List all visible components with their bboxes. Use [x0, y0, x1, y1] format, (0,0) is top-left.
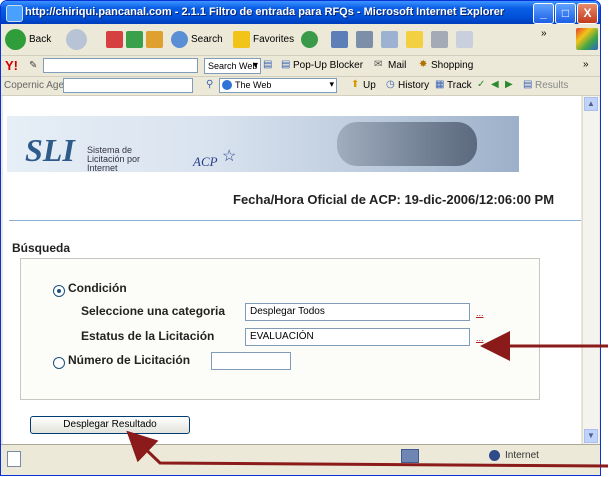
sli-subtitle: Sistema de Licitación por Internet	[87, 145, 141, 173]
numero-label: Número de Licitación	[68, 353, 191, 367]
minimize-button[interactable]: _	[533, 3, 554, 24]
numero-field[interactable]	[211, 352, 291, 370]
toolbar-settings-icon[interactable]: ▤	[263, 59, 272, 70]
mail-icon: ✉	[374, 59, 383, 70]
history-button[interactable]: History	[398, 80, 429, 91]
up-icon: ⬆	[351, 79, 360, 90]
mail-button[interactable]: Mail	[388, 60, 406, 71]
history-icon[interactable]	[301, 31, 318, 48]
windows-logo-icon	[576, 28, 598, 50]
sli-logo: SLI	[25, 132, 75, 168]
web-scope-value: The Web	[235, 80, 272, 90]
sli-banner: SLI Sistema de Licitación por Internet A…	[7, 116, 519, 173]
yahoo-logo[interactable]: Y!	[5, 58, 18, 73]
history-icon: ◷	[386, 79, 395, 90]
acp-star-icon: ☆	[222, 148, 237, 165]
folder-icon[interactable]	[406, 31, 423, 48]
busqueda-heading: Búsqueda	[12, 241, 71, 255]
page-status-icon	[7, 451, 21, 467]
yahoo-toolbar: Y! ✎ Search Web ▾ ▤ ▤ Pop-Up Blocker ✉ M…	[1, 56, 600, 77]
nav-back-icon[interactable]: ◀	[491, 79, 499, 90]
pencil-icon[interactable]: ✎	[29, 60, 37, 71]
up-button[interactable]: Up	[363, 80, 376, 91]
popup-blocker-icon: ▤	[281, 59, 291, 70]
mail-icon[interactable]	[331, 31, 348, 48]
track-button[interactable]: Track	[447, 80, 472, 91]
print-icon[interactable]	[356, 31, 373, 48]
ie-icon	[6, 5, 23, 22]
shopping-icon: ✸	[419, 59, 428, 70]
estatus-picker-button[interactable]: ...	[476, 333, 484, 343]
web-scope-select[interactable]: The Web ▾	[219, 78, 337, 93]
window-title: http://chiriqui.pancanal.com - 2.1.1 Fil…	[25, 6, 505, 18]
scroll-up-icon[interactable]: ▲	[584, 97, 598, 111]
stop-icon[interactable]	[106, 31, 123, 48]
standard-toolbar: Back Search Favorites »	[1, 24, 600, 56]
vertical-scrollbar[interactable]: ▲ ▼	[582, 96, 599, 444]
network-icon	[401, 449, 419, 463]
official-datetime: Fecha/Hora Oficial de ACP: 19-dic-2006/1…	[233, 192, 555, 207]
results-button[interactable]: Results	[535, 80, 568, 91]
categoria-picker-button[interactable]: ...	[476, 308, 484, 318]
dropdown-arrow-icon: ▾	[329, 79, 334, 89]
copernic-search-input[interactable]	[63, 78, 193, 93]
toolbar-chevron-icon[interactable]: »	[541, 28, 547, 39]
yahoo-search-input[interactable]	[43, 58, 198, 73]
copernic-toolbar: Copernic Agent ⚲ The Web ▾ ⬆ Up ◷ Histor…	[1, 77, 600, 96]
shopping-button[interactable]: Shopping	[431, 60, 473, 71]
favorites-star-icon[interactable]	[233, 31, 250, 48]
globe-zone-icon	[489, 450, 500, 461]
status-bar: Internet	[1, 444, 600, 475]
globe-icon	[222, 80, 232, 90]
dropdown-icon[interactable]: ▾	[253, 60, 258, 71]
search-button[interactable]: Search	[191, 34, 223, 45]
categoria-label: Seleccione una categoria	[81, 304, 226, 318]
track-icon: ▦	[435, 79, 445, 90]
nav-forward-icon[interactable]: ▶	[505, 79, 513, 90]
back-arrow-icon[interactable]	[5, 29, 26, 50]
yahoo-chevron-icon[interactable]: »	[583, 59, 589, 70]
popup-blocker-button[interactable]: Pop-Up Blocker	[293, 60, 363, 71]
divider	[9, 220, 581, 221]
title-bar[interactable]: http://chiriqui.pancanal.com - 2.1.1 Fil…	[1, 1, 600, 24]
results-icon: ▤	[523, 79, 533, 90]
favorites-button[interactable]: Favorites	[253, 34, 294, 45]
acp-logo: ACP	[193, 154, 218, 169]
search-icon[interactable]	[171, 31, 188, 48]
copy-icon[interactable]	[456, 31, 473, 48]
condicion-label: Condición	[68, 281, 127, 295]
close-button[interactable]: X	[577, 3, 598, 24]
maximize-button[interactable]: □	[555, 3, 576, 24]
edit-icon[interactable]	[381, 31, 398, 48]
categoria-field[interactable]: Desplegar Todos	[245, 303, 470, 321]
home-icon[interactable]	[146, 31, 163, 48]
forward-arrow-icon[interactable]	[66, 29, 87, 50]
check-icon[interactable]: ✓	[477, 79, 485, 90]
zone-label: Internet	[505, 450, 539, 461]
condicion-radio[interactable]	[53, 285, 65, 297]
page-content: SLI Sistema de Licitación por Internet A…	[3, 96, 581, 444]
numero-radio[interactable]	[53, 357, 65, 369]
refresh-icon[interactable]	[126, 31, 143, 48]
desplegar-resultado-button[interactable]: Desplegar Resultado	[30, 416, 190, 434]
browser-window: http://chiriqui.pancanal.com - 2.1.1 Fil…	[0, 0, 601, 476]
estatus-label: Estatus de la Licitación	[81, 329, 215, 343]
cut-icon[interactable]	[431, 31, 448, 48]
search-fieldset: Condición Seleccione una categoria Despl…	[20, 258, 540, 400]
search-icon[interactable]: ⚲	[206, 79, 213, 90]
back-button[interactable]: Back	[29, 34, 51, 45]
estatus-field[interactable]: EVALUACIÓN	[245, 328, 470, 346]
scroll-down-icon[interactable]: ▼	[584, 429, 598, 443]
handshake-image	[337, 122, 477, 166]
